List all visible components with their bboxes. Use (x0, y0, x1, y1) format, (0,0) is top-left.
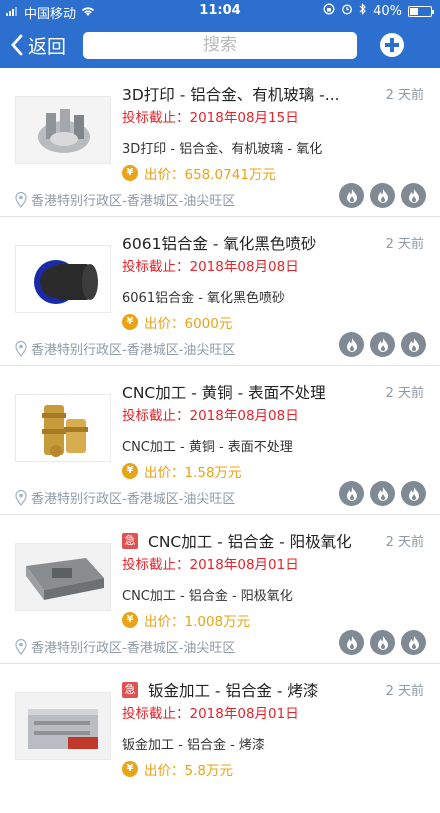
posted-time: 2 天前 (385, 386, 424, 401)
location-pin-icon (15, 638, 27, 655)
status-icons: 40% (323, 3, 434, 19)
deadline: 投标截止：2018年08月08日 (122, 408, 299, 424)
location-text: 香港特别行政区-香港城区-油尖旺区 (31, 343, 236, 358)
flame-icon (401, 183, 426, 208)
flame-icon (339, 183, 364, 208)
back-label: 返回 (28, 35, 67, 58)
item-title: 6061铝合金 - 氧化黑色喷砂 (122, 235, 317, 253)
yuan-coin-icon: ¥ (122, 463, 138, 479)
list-item[interactable]: 急 钣金加工 - 铝合金 - 烤漆 2 天前 投标截止：2018年08月01日 … (0, 664, 440, 813)
deadline: 投标截止：2018年08月01日 (122, 557, 299, 573)
rotation-lock-icon (323, 3, 335, 19)
location-pin-icon (15, 489, 27, 506)
deadline: 投标截止：2018年08月08日 (122, 259, 299, 275)
posted-time: 2 天前 (385, 88, 424, 103)
price: ¥ 出价：1.008万元 (122, 610, 250, 630)
location-pin-icon (15, 191, 27, 208)
deadline: 投标截止：2018年08月15日 (122, 110, 299, 126)
flame-icon (401, 630, 426, 655)
list-item[interactable]: 急 CNC加工 - 铝合金 - 阳极氧化 2 天前 投标截止：2018年08月0… (0, 515, 440, 664)
heat-rating (339, 332, 426, 357)
product-image (15, 543, 111, 611)
list-item[interactable]: CNC加工 - 黄铜 - 表面不处理 2 天前 投标截止：2018年08月08日… (0, 366, 440, 515)
title-row: 6061铝合金 - 氧化黑色喷砂 (122, 232, 372, 254)
location: 香港特别行政区-香港城区-油尖旺区 (15, 190, 235, 209)
price: ¥ 出价：1.58万元 (122, 461, 242, 481)
price-value: 出价：6000元 (144, 316, 233, 332)
item-desc: 6061铝合金 - 氧化黑色喷砂 (122, 291, 286, 306)
item-title: CNC加工 - 铝合金 - 阳极氧化 (148, 533, 352, 551)
yuan-coin-icon: ¥ (122, 314, 138, 330)
flame-icon (370, 332, 395, 357)
flame-icon (339, 481, 364, 506)
flame-icon (370, 183, 395, 208)
product-image (15, 96, 111, 164)
chevron-left-icon (11, 34, 23, 56)
flame-icon (370, 481, 395, 506)
posted-time: 2 天前 (385, 684, 424, 699)
item-title: CNC加工 - 黄铜 - 表面不处理 (122, 384, 326, 402)
battery-level (410, 7, 418, 15)
flame-icon (339, 630, 364, 655)
urgent-badge: 急 (122, 533, 138, 549)
price-value: 出价：5.8万元 (144, 763, 233, 779)
search-input[interactable]: 搜索 (83, 32, 357, 59)
product-image (15, 692, 111, 760)
item-desc: CNC加工 - 黄铜 - 表面不处理 (122, 440, 293, 455)
price: ¥ 出价：6000元 (122, 312, 232, 332)
location-text: 香港特别行政区-香港城区-油尖旺区 (31, 492, 236, 507)
price-value: 出价：658.0741万元 (144, 167, 276, 183)
heat-rating (339, 183, 426, 208)
item-desc: CNC加工 - 铝合金 - 阳极氧化 (122, 589, 293, 604)
yuan-coin-icon: ¥ (122, 165, 138, 181)
posted-time: 2 天前 (385, 237, 424, 252)
location-text: 香港特别行政区-香港城区-油尖旺区 (31, 641, 236, 656)
item-title: 钣金加工 - 铝合金 - 烤漆 (148, 682, 319, 700)
heat-rating (339, 630, 426, 655)
price: ¥ 出价：5.8万元 (122, 759, 233, 779)
location: 香港特别行政区-香港城区-油尖旺区 (15, 637, 235, 656)
title-row: 3D打印 - 铝合金、有机玻璃 -... (122, 83, 372, 105)
price-value: 出价：1.008万元 (144, 614, 251, 630)
flame-icon (401, 332, 426, 357)
location-pin-icon (15, 340, 27, 357)
back-button[interactable]: 返回 (10, 30, 66, 60)
price: ¥ 出价：658.0741万元 (122, 163, 276, 183)
list-item[interactable]: 6061铝合金 - 氧化黑色喷砂 2 天前 投标截止：2018年08月08日 6… (0, 217, 440, 366)
title-row: 急 CNC加工 - 铝合金 - 阳极氧化 (122, 530, 372, 552)
title-row: CNC加工 - 黄铜 - 表面不处理 (122, 381, 372, 403)
flame-icon (401, 481, 426, 506)
product-image (15, 394, 111, 462)
deadline: 投标截止：2018年08月01日 (122, 706, 299, 722)
alarm-icon (341, 3, 353, 19)
location: 香港特别行政区-香港城区-油尖旺区 (15, 339, 235, 358)
location-text: 香港特别行政区-香港城区-油尖旺区 (31, 194, 236, 209)
price-value: 出价：1.58万元 (144, 465, 242, 481)
list-item[interactable]: 3D打印 - 铝合金、有机玻璃 -... 2 天前 投标截止：2018年08月1… (0, 68, 440, 217)
urgent-badge: 急 (122, 682, 138, 698)
item-desc: 3D打印 - 铝合金、有机玻璃 - 氧化 (122, 142, 323, 157)
battery-percent: 40% (373, 3, 402, 19)
title-row: 急 钣金加工 - 铝合金 - 烤漆 (122, 679, 372, 701)
posted-time: 2 天前 (385, 535, 424, 550)
add-icon[interactable] (380, 33, 404, 57)
location: 香港特别行政区-香港城区-油尖旺区 (15, 488, 235, 507)
order-list: 3D打印 - 铝合金、有机玻璃 -... 2 天前 投标截止：2018年08月1… (0, 68, 440, 813)
bluetooth-icon (359, 3, 367, 19)
status-bar: 中国移动 11:04 40% (0, 0, 440, 22)
flame-icon (339, 332, 364, 357)
yuan-coin-icon: ¥ (122, 761, 138, 777)
battery-icon (408, 5, 434, 17)
nav-bar: 返回 搜索 (0, 22, 440, 68)
yuan-coin-icon: ¥ (122, 612, 138, 628)
item-desc: 钣金加工 - 铝合金 - 烤漆 (122, 738, 265, 753)
product-image (15, 245, 111, 313)
flame-icon (370, 630, 395, 655)
heat-rating (339, 481, 426, 506)
item-title: 3D打印 - 铝合金、有机玻璃 -... (122, 86, 340, 104)
